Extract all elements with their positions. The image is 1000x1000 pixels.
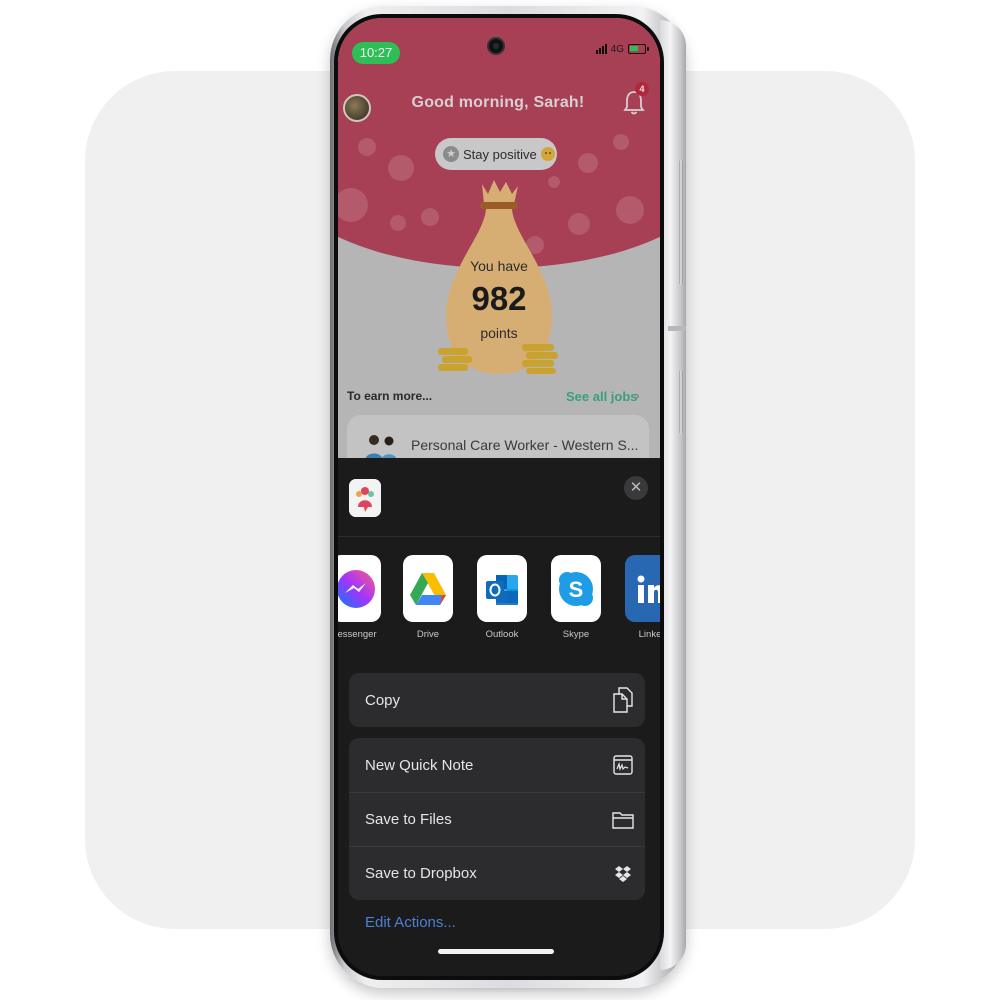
save-to-files-action[interactable]: Save to Files <box>349 792 645 846</box>
save-to-dropbox-action[interactable]: Save to Dropbox <box>349 846 645 900</box>
share-app-skype[interactable]: S Skype <box>546 555 606 640</box>
antenna-line <box>668 326 686 331</box>
copy-action[interactable]: Copy <box>349 673 645 727</box>
dropbox-icon <box>612 862 634 886</box>
points-prefix: You have <box>470 258 528 274</box>
greeting-title: Good morning, Sarah! <box>411 94 585 111</box>
status-icons: 4G <box>595 42 649 56</box>
home-indicator[interactable] <box>438 949 554 954</box>
phone-screen: 10:27 4G Good morning, Sarah! 4 ★ Stay p… <box>338 18 660 976</box>
action-label: New Quick Note <box>365 756 474 774</box>
decor-bubble <box>390 215 406 231</box>
money-bag-illustration <box>438 180 558 374</box>
skype-icon: S <box>551 555 601 622</box>
share-app-row[interactable]: lessenger Drive Outlook S Skype Linke <box>338 555 660 650</box>
sheet-divider <box>338 536 660 537</box>
copy-icon <box>612 687 634 713</box>
action-group-save: New Quick Note Save to Files Save to Dro… <box>349 738 645 900</box>
share-app-messenger[interactable]: lessenger <box>338 555 386 640</box>
decor-bubble <box>568 213 590 235</box>
action-group-copy: Copy <box>349 673 645 727</box>
power-button <box>679 160 683 285</box>
volume-button <box>679 370 683 434</box>
google-drive-icon <box>403 555 453 622</box>
mood-pill[interactable]: ★ Stay positive <box>435 138 557 170</box>
app-logo-icon <box>349 479 381 517</box>
svg-text:S: S <box>569 577 584 602</box>
job-title: Personal Care Worker - Western S... <box>411 437 639 453</box>
messenger-icon <box>338 555 381 622</box>
folder-icon <box>612 808 634 832</box>
points-suffix: points <box>480 325 518 341</box>
see-all-jobs-link[interactable]: See all jobs <box>566 389 638 404</box>
new-quick-note-action[interactable]: New Quick Note <box>349 738 645 792</box>
decor-bubble <box>578 153 598 173</box>
linkedin-icon <box>625 555 660 622</box>
outlook-icon <box>477 555 527 622</box>
smiley-emoji-icon <box>540 147 555 161</box>
points-value: 982 <box>471 280 527 317</box>
share-app-label: Drive <box>416 629 440 640</box>
decor-bubble <box>358 138 376 156</box>
decor-bubble <box>616 196 644 224</box>
user-avatar[interactable] <box>343 94 371 122</box>
chevron-right-icon[interactable]: › <box>635 387 640 403</box>
action-label: Copy <box>365 691 401 709</box>
front-camera <box>489 39 503 53</box>
notification-badge: 4 <box>635 82 649 96</box>
close-button[interactable]: ✕ <box>624 476 648 500</box>
action-label: Save to Dropbox <box>365 865 477 882</box>
quick-note-icon <box>612 753 634 777</box>
signal-icon <box>595 44 607 54</box>
decor-bubble <box>388 155 414 181</box>
network-label: 4G <box>610 43 624 55</box>
share-sheet: ✕ lessenger Drive Outlook S Skype Linke … <box>338 458 660 976</box>
rewards-home-screen: 10:27 4G Good morning, Sarah! 4 ★ Stay p… <box>338 18 660 495</box>
battery-charging-icon <box>628 44 649 54</box>
share-app-label: Skype <box>562 629 590 640</box>
share-app-label: lessenger <box>338 629 377 640</box>
share-app-label: Linke <box>638 629 660 640</box>
mood-label: Stay positive <box>463 146 537 162</box>
share-app-label: Outlook <box>485 629 519 640</box>
share-app-linkedin[interactable]: Linke <box>620 555 660 640</box>
share-app-drive[interactable]: Drive <box>398 555 458 640</box>
share-app-outlook[interactable]: Outlook <box>472 555 532 640</box>
action-label: Save to Files <box>365 811 452 828</box>
status-time: 10:27 <box>352 42 400 64</box>
earn-more-label: To earn more... <box>347 389 433 403</box>
decor-bubble <box>613 134 629 150</box>
job-thumbnail <box>365 435 397 461</box>
edit-actions-link[interactable]: Edit Actions... <box>365 914 456 931</box>
star-icon: ★ <box>443 146 459 162</box>
